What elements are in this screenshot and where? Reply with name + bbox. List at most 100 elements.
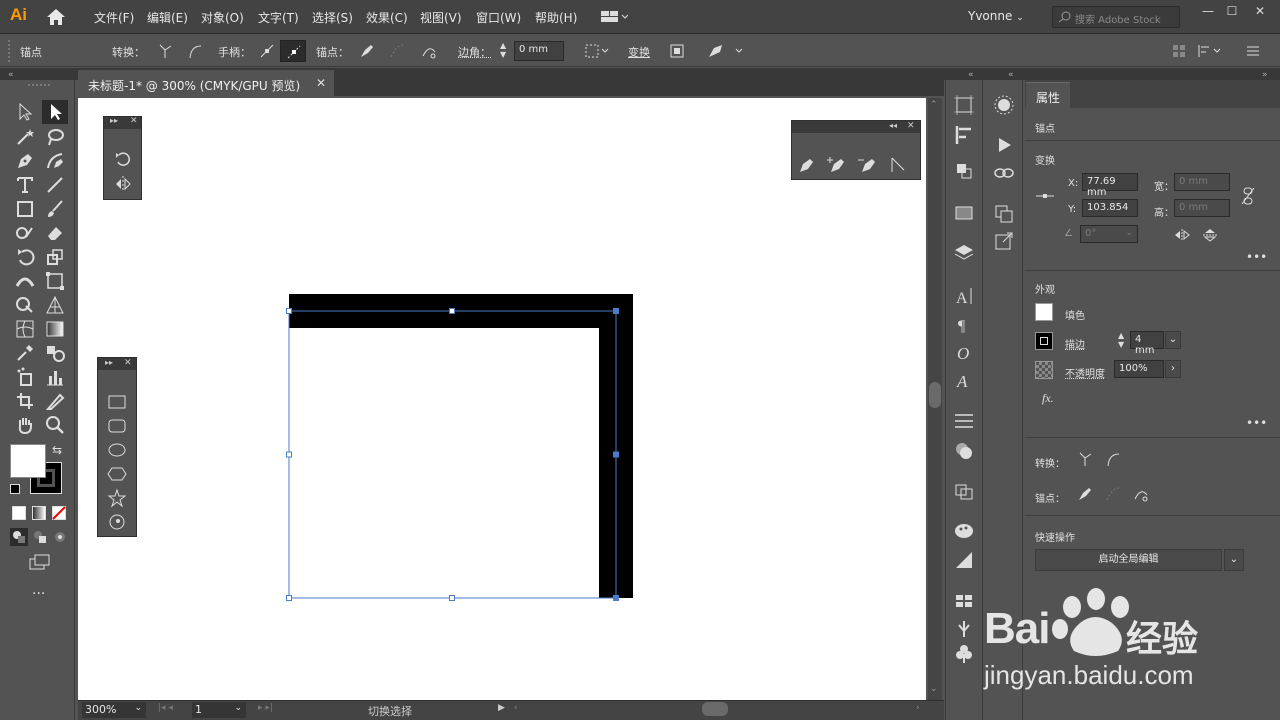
convert-corner-icon[interactable] [156, 42, 174, 60]
convert-smooth-icon[interactable] [1104, 450, 1122, 468]
fill-color-swatch[interactable] [1035, 303, 1053, 321]
cut-path-icon[interactable] [420, 42, 438, 60]
delete-anchor-icon[interactable] [857, 155, 877, 175]
scroll-up-icon[interactable]: ⌃ [930, 100, 938, 110]
status-menu-icon[interactable]: ▶ [498, 703, 505, 713]
first-artboard-icon[interactable]: |◂ ◂ [158, 703, 173, 713]
curvature-tool-icon[interactable] [44, 150, 66, 172]
vertical-scroll-thumb[interactable] [929, 382, 941, 408]
perspective-grid-icon[interactable] [44, 294, 66, 316]
control-bar-grip[interactable] [8, 40, 10, 62]
connect-anchor-icon[interactable] [1104, 485, 1122, 503]
hide-handles-button[interactable] [280, 40, 306, 62]
global-edit-options-button[interactable]: ⌄ [1224, 549, 1244, 571]
none-mode-icon[interactable] [52, 506, 66, 520]
panel-collapse-icon[interactable]: ◂◂ [889, 121, 897, 130]
gradient-mode-icon[interactable] [32, 506, 46, 520]
transform-link[interactable]: 变换 [628, 44, 650, 60]
menu-object[interactable]: 对象(O) [201, 9, 244, 26]
show-handles-icon[interactable] [258, 42, 276, 60]
menu-edit[interactable]: 编辑(E) [147, 9, 188, 26]
expand-icons-col1-icon[interactable]: « [968, 70, 974, 80]
document-close-icon[interactable]: ✕ [316, 76, 326, 90]
remove-anchor-icon[interactable] [358, 42, 376, 60]
free-transform-icon[interactable] [44, 270, 66, 292]
close-button[interactable]: ✕ [1250, 4, 1270, 20]
scroll-right-icon[interactable]: › [916, 703, 920, 713]
zoom-level-input[interactable]: 300% ⌄ [82, 702, 146, 718]
draw-inside-icon[interactable] [53, 530, 67, 544]
opacity-menu-button[interactable]: › [1165, 360, 1181, 378]
panel-collapse-icon[interactable]: ▸▸ [105, 358, 113, 367]
artwork[interactable] [78, 98, 926, 700]
eyedropper-icon[interactable] [14, 342, 36, 364]
toolbar-grip[interactable] [28, 84, 50, 86]
anchor-point-tool-icon[interactable] [888, 155, 908, 175]
scroll-down-icon[interactable]: ⌄ [930, 684, 938, 694]
opacity-input[interactable]: 100% [1114, 360, 1164, 378]
line-tool-icon[interactable] [44, 174, 66, 196]
scale-tool-icon[interactable] [44, 246, 66, 268]
height-input[interactable]: 0 mm [1174, 199, 1230, 217]
convert-corner-icon[interactable] [1076, 450, 1094, 468]
slice-tool-icon[interactable] [44, 390, 66, 412]
color-mode-icon[interactable] [12, 506, 26, 520]
type-tool-icon[interactable] [14, 174, 36, 196]
edit-toolbar-icon[interactable]: ··· [32, 586, 45, 602]
blend-tool-icon[interactable] [44, 342, 66, 364]
stroke-weight-dropdown[interactable]: ⌄ [1165, 331, 1181, 349]
default-colors-icon[interactable] [10, 484, 20, 494]
rotate-tool-icon[interactable] [14, 246, 36, 268]
menu-help[interactable]: 帮助(H) [535, 9, 577, 26]
workspace-switcher-icon[interactable] [600, 10, 628, 24]
angle-input[interactable]: 0° ⌄ [1080, 225, 1138, 243]
fill-swatch-front[interactable] [10, 444, 46, 478]
effects-fx-button[interactable]: fx. [1042, 391, 1054, 406]
align-panel-icon[interactable] [1196, 42, 1224, 60]
more-transform-options-icon[interactable]: ••• [1246, 250, 1267, 264]
align-options-icon[interactable] [584, 42, 610, 60]
maximize-button[interactable]: ☐ [1222, 4, 1242, 20]
stroke-color-swatch[interactable] [1035, 332, 1053, 350]
menu-view[interactable]: 视图(V) [420, 9, 462, 26]
draw-behind-icon[interactable] [33, 530, 47, 544]
constrain-proportions-icon[interactable] [1240, 186, 1256, 206]
rectangle-tool-icon[interactable] [14, 198, 36, 220]
user-account[interactable]: Yvonne ⌄ [968, 9, 1024, 23]
stock-search-input[interactable]: 搜索 Adobe Stock [1052, 6, 1180, 28]
isolate-icon[interactable] [668, 42, 686, 60]
width-tool-icon[interactable] [14, 270, 36, 292]
panel-collapse-icon[interactable]: ▸▸ [110, 116, 118, 125]
direct-selection-tool[interactable] [42, 100, 68, 124]
symbol-sprayer-icon[interactable] [14, 366, 36, 388]
remove-anchor-icon[interactable] [1076, 485, 1094, 503]
menu-window[interactable]: 窗口(W) [476, 9, 521, 26]
menu-type[interactable]: 文字(T) [258, 9, 299, 26]
column-graph-icon[interactable] [44, 366, 66, 388]
arrange-docs-icon[interactable] [1170, 42, 1188, 60]
shaper-tool-icon[interactable] [14, 222, 36, 244]
collapse-toolbar-icon[interactable]: « [8, 70, 14, 80]
panel-close-icon[interactable]: ✕ [907, 121, 915, 131]
stroke-weight-stepper[interactable]: ▲ ▼ [1118, 331, 1128, 351]
panel-close-icon[interactable]: ✕ [124, 358, 132, 368]
draw-normal-button[interactable] [10, 528, 28, 546]
opacity-label[interactable]: 不透明度 [1065, 365, 1105, 380]
convert-smooth-icon[interactable] [186, 42, 204, 60]
lasso-icon[interactable] [44, 126, 66, 148]
eraser-icon[interactable] [44, 222, 66, 244]
flip-horizontal-icon[interactable] [1174, 228, 1190, 242]
expand-icons-col2-icon[interactable]: « [1008, 70, 1014, 80]
pen-icon[interactable] [797, 155, 817, 175]
menu-select[interactable]: 选择(S) [312, 9, 353, 26]
swap-fill-stroke-icon[interactable]: ⇆ [52, 443, 62, 457]
mesh-tool-icon[interactable] [14, 318, 36, 340]
stroke-label[interactable]: 描边 [1065, 336, 1085, 351]
status-text[interactable]: 切换选择 [368, 703, 412, 719]
add-anchor-icon[interactable] [826, 155, 846, 175]
shape-tools-list[interactable] [107, 393, 127, 533]
paintbrush-icon[interactable] [44, 198, 66, 220]
menu-file[interactable]: 文件(F) [94, 9, 134, 26]
horizontal-scroll-thumb[interactable] [702, 702, 728, 716]
gradient-tool-icon[interactable] [44, 318, 66, 340]
